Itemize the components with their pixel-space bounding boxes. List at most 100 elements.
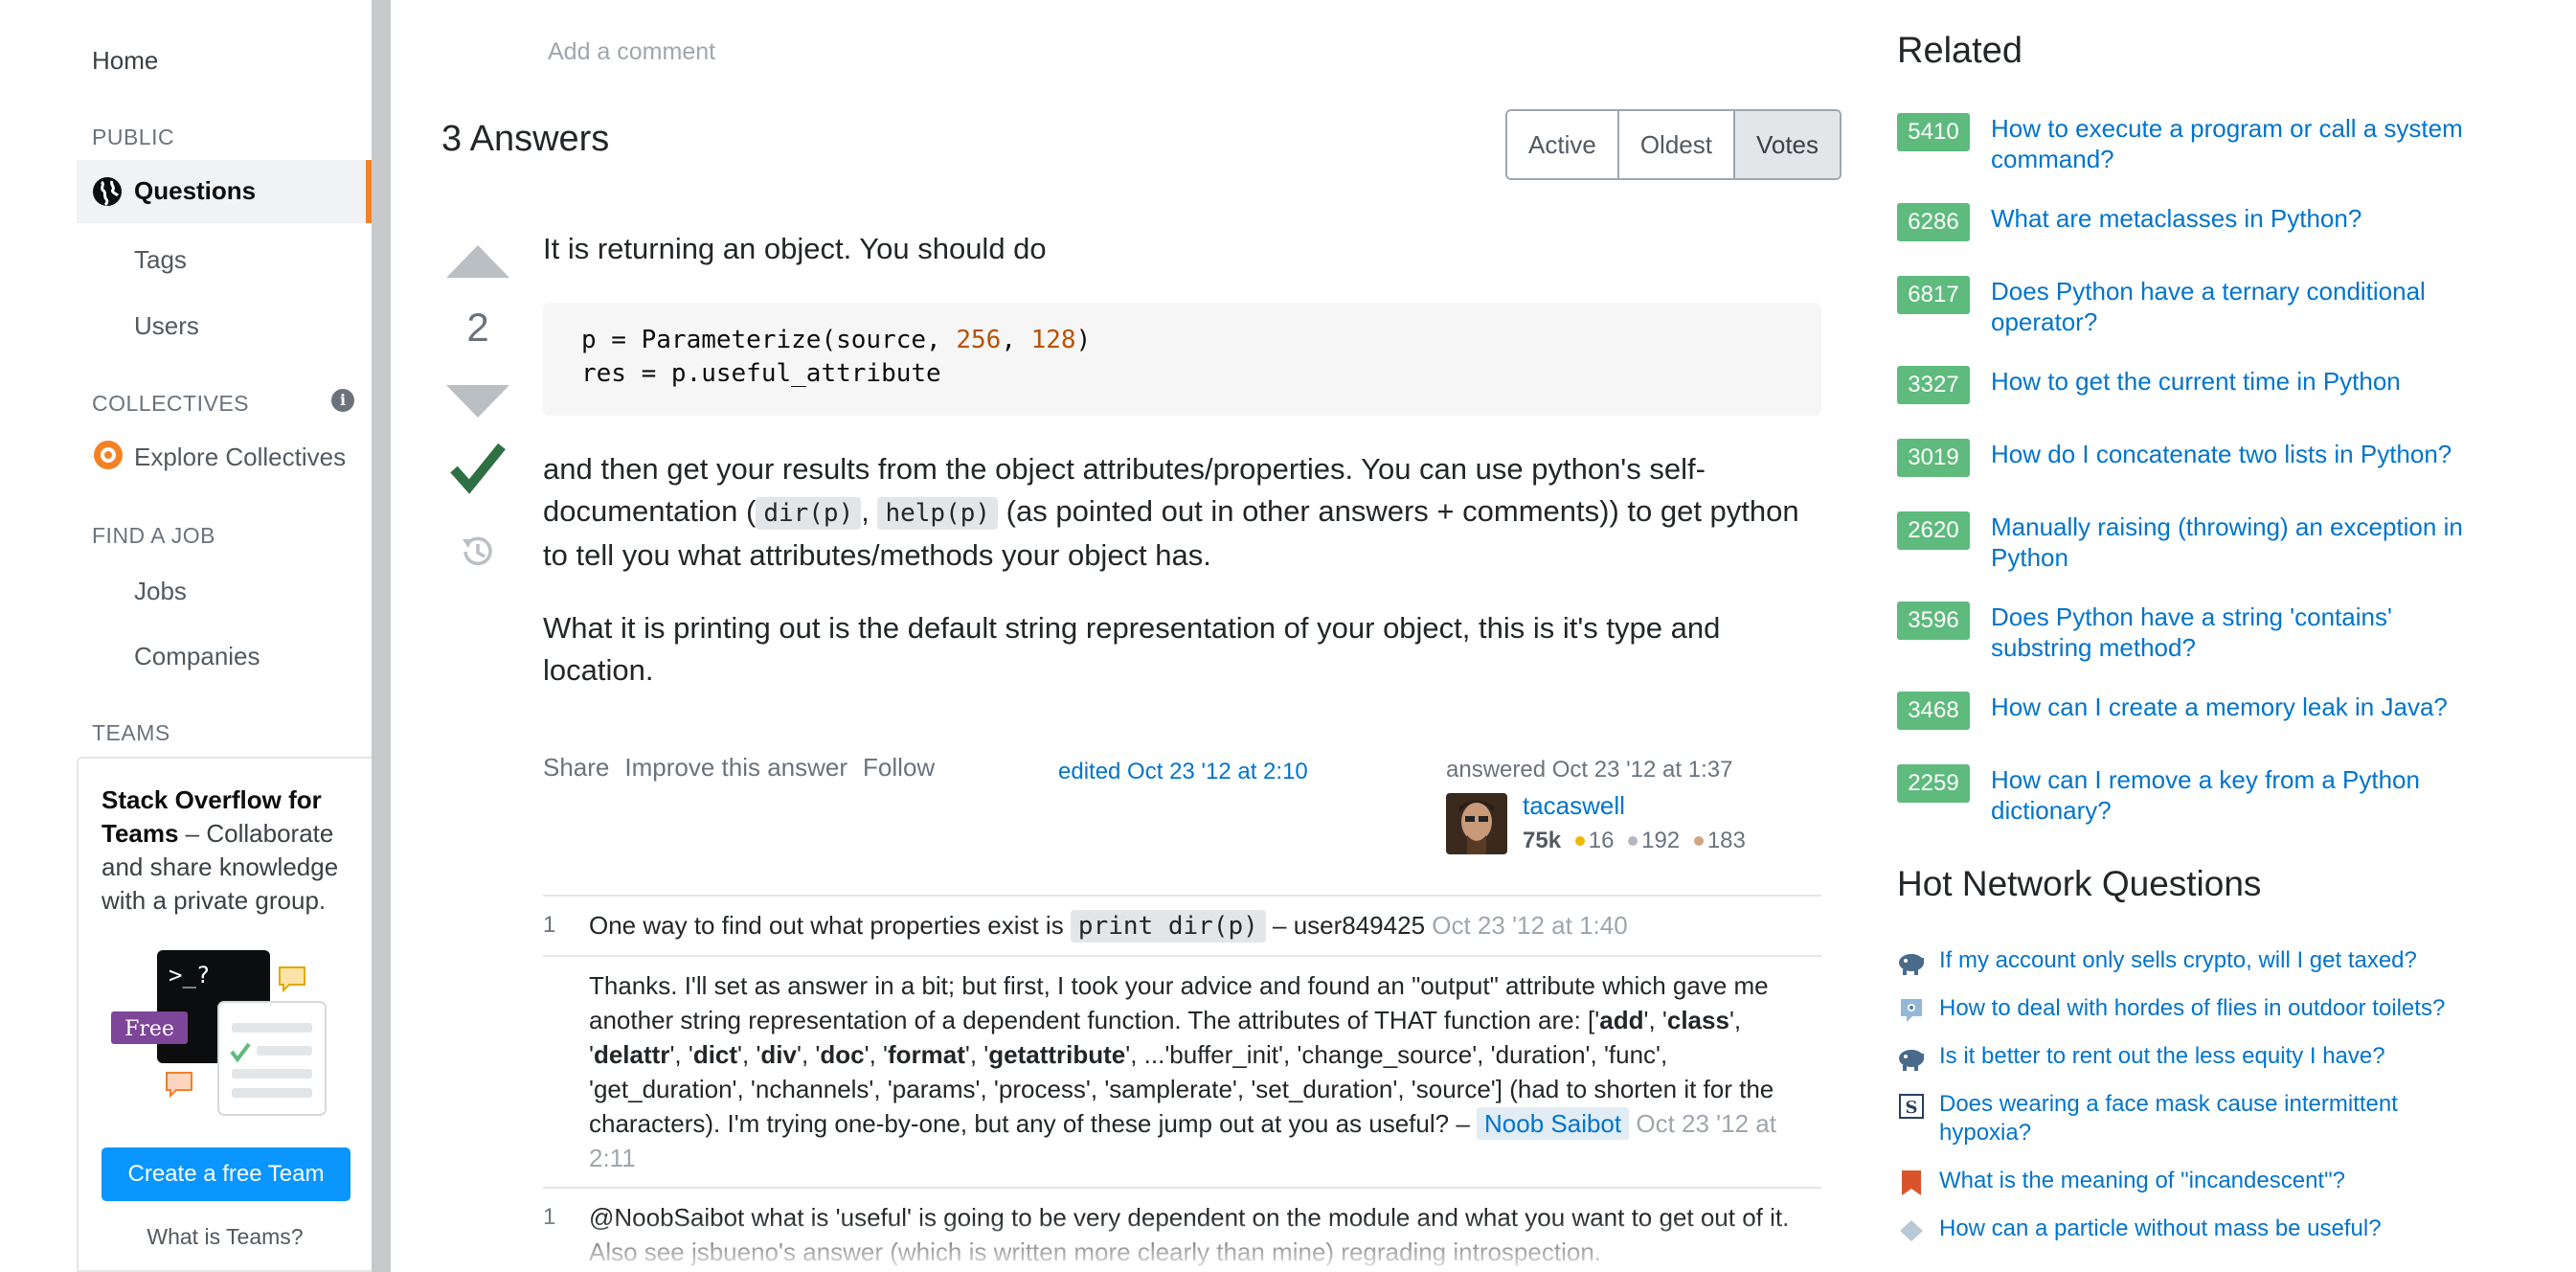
related-question-item[interactable]: 6286 What are metaclasses in Python? [1897, 203, 2491, 247]
left-sidebar: Home PUBLIC Questions Tags Users COLLECT… [0, 0, 372, 1272]
comment-user-link[interactable]: Noob Saibot [1477, 1107, 1630, 1140]
related-question-item[interactable]: 2259 How can I remove a key from a Python… [1897, 764, 2491, 826]
hot-network-heading: Hot Network Questions [1897, 864, 2262, 903]
bold-text: doc [820, 1040, 865, 1069]
sidebar-item-users[interactable]: Users [134, 311, 199, 341]
hot-question-item[interactable]: S Does wearing a face mask cause intermi… [1897, 1090, 2491, 1147]
sidebar-item-tags[interactable]: Tags [134, 245, 187, 275]
related-vote-badge: 3468 [1897, 692, 1970, 730]
code-number: 256 [956, 326, 1002, 354]
related-vote-badge: 3327 [1897, 366, 1970, 404]
silver-badge-icon [1628, 835, 1638, 846]
comment-date[interactable]: Oct 23 '12 at 1:40 [1425, 911, 1627, 940]
related-question-title: How to get the current time in Python [1991, 367, 2401, 396]
upvote-button[interactable] [446, 245, 509, 278]
what-is-teams-link[interactable]: What is Teams? [79, 1224, 372, 1250]
inline-code: print dir(p) [1070, 910, 1266, 943]
related-question-title: Does Python have a ternary conditional o… [1991, 277, 2426, 336]
info-icon[interactable]: i [331, 389, 354, 412]
bold-text: div [760, 1040, 797, 1069]
share-link[interactable]: Share [543, 753, 609, 783]
improve-answer-link[interactable]: Improve this answer [624, 753, 847, 783]
collectives-icon [94, 441, 123, 469]
related-question-item[interactable]: 2620 Manually raising (throwing) an excep… [1897, 511, 2491, 573]
comment-text: @NoobSaibot what is 'useful' is going to… [589, 1203, 1790, 1266]
answer-paragraph-3: What it is printing out is the default s… [543, 611, 1721, 687]
hot-question-item[interactable]: Is it better to rent out the less equity… [1897, 1042, 2491, 1071]
related-questions-list: 5410 How to execute a program or call a s… [1897, 113, 2491, 854]
vote-count: 2 [466, 305, 489, 350]
related-question-item[interactable]: 3019 How do I concatenate two lists in Py… [1897, 439, 2491, 483]
silver-badge-count: 192 [1641, 828, 1681, 853]
comment-text: Thanks. I'll set as answer in a bit; but… [589, 971, 1769, 1034]
gold-badge-icon [1574, 835, 1585, 846]
create-free-team-button[interactable]: Create a free Team [102, 1147, 350, 1201]
comments-list: 1 One way to find out what properties ex… [543, 895, 1821, 1272]
sidebar-item-companies[interactable]: Companies [134, 642, 260, 671]
hot-question-title: If my account only sells crypto, will I … [1939, 947, 2417, 973]
illustration-prompt: >_? [169, 962, 210, 988]
comment-dash: – [1265, 911, 1294, 940]
comment-text: One way to find out what properties exis… [589, 911, 1071, 940]
hot-question-item[interactable]: How can a particle without mass be usefu… [1897, 1215, 2491, 1243]
comment-item: 1 @NoobSaibot what is 'useful' is going … [543, 1189, 1821, 1272]
code-text: , [1001, 326, 1031, 354]
sidebar-item-home[interactable]: Home [92, 46, 158, 76]
answer-paragraph-intro: It is returning an object. You should do [543, 232, 1047, 265]
comment-score: 1 [543, 1204, 556, 1230]
edited-timestamp-link[interactable]: edited Oct 23 '12 at 2:10 [1058, 759, 1308, 785]
follow-link[interactable]: Follow [863, 753, 935, 783]
answer-sort-tabs: Active Oldest Votes [1505, 109, 1842, 180]
separator: ', ' [1643, 1006, 1667, 1034]
comment-user-link[interactable]: user849425 [1294, 911, 1425, 940]
hot-question-item[interactable]: What is the meaning of "incandescent"? [1897, 1167, 2491, 1195]
sidebar-scrollbar[interactable] [372, 0, 391, 1272]
hot-question-item[interactable]: How to deal with hordes of flies in outd… [1897, 994, 2491, 1023]
money-stackexchange-icon [1899, 1050, 1924, 1071]
bronze-badge-icon [1693, 835, 1704, 846]
related-question-title: How to execute a program or call a syste… [1991, 114, 2463, 173]
related-question-item[interactable]: 3327 How to get the current time in Pytho… [1897, 366, 2491, 410]
answer-code-block: p = Parameterize(source, 256, 128) res =… [543, 303, 1821, 416]
add-comment-link[interactable]: Add a comment [548, 38, 715, 66]
skeptics-stackexchange-icon: S [1899, 1094, 1924, 1119]
sidebar-section-collectives: COLLECTIVES [92, 391, 249, 416]
related-question-item[interactable]: 5410 How to execute a program or call a s… [1897, 113, 2491, 174]
separator: ', ' [864, 1040, 888, 1069]
user-reputation: 75k 16 192 183 [1523, 828, 1746, 854]
code-text: p = Parameterize(source, [581, 326, 957, 354]
related-question-item[interactable]: 6817 Does Python have a ternary condition… [1897, 276, 2491, 337]
sort-tab-oldest[interactable]: Oldest [1618, 111, 1735, 178]
separator: ', ' [964, 1040, 989, 1069]
code-text: res = p.useful_attribute [581, 359, 941, 388]
reputation-score: 75k [1523, 828, 1562, 853]
sort-tab-votes[interactable]: Votes [1734, 111, 1841, 178]
code-text: ) [1075, 326, 1092, 354]
bold-text: delattr [593, 1040, 670, 1069]
sidebar-item-jobs[interactable]: Jobs [134, 577, 187, 606]
bronze-badge-count: 183 [1706, 828, 1746, 853]
related-question-item[interactable]: 3468 How can I create a memory leak in Ja… [1897, 692, 2491, 736]
hot-question-title: What is the meaning of "incandescent"? [1939, 1168, 2345, 1193]
related-question-title: Does Python have a string 'contains' sub… [1991, 602, 2392, 662]
comment-item: Thanks. I'll set as answer in a bit; but… [543, 957, 1821, 1189]
sidebar-section-find-job: FIND A JOB [92, 523, 215, 548]
history-icon[interactable] [458, 533, 496, 571]
downvote-button[interactable] [446, 385, 509, 418]
hot-question-title: How can a particle without mass be usefu… [1939, 1215, 2382, 1241]
hot-question-title: How to deal with hordes of flies in outd… [1939, 995, 2446, 1021]
bold-text: getattribute [988, 1040, 1126, 1069]
answer-paragraph-2: and then get your results from the objec… [543, 448, 1826, 577]
sidebar-item-questions[interactable]: Questions [77, 160, 372, 223]
accepted-answer-check-icon [450, 443, 506, 494]
related-vote-badge: 2620 [1897, 511, 1970, 550]
user-name-link[interactable]: tacaswell [1523, 791, 1625, 821]
sort-tab-active[interactable]: Active [1507, 111, 1619, 178]
inline-code: help(p) [877, 497, 999, 530]
related-question-item[interactable]: 3596 Does Python have a string 'contains'… [1897, 602, 2491, 663]
comment-item: 1 One way to find out what properties ex… [543, 897, 1821, 957]
hot-question-item[interactable]: If my account only sells crypto, will I … [1897, 946, 2491, 975]
sidebar-item-explore-collectives[interactable]: Explore Collectives [134, 443, 346, 472]
avatar[interactable] [1446, 793, 1507, 854]
related-question-title: What are metaclasses in Python? [1991, 204, 2362, 233]
